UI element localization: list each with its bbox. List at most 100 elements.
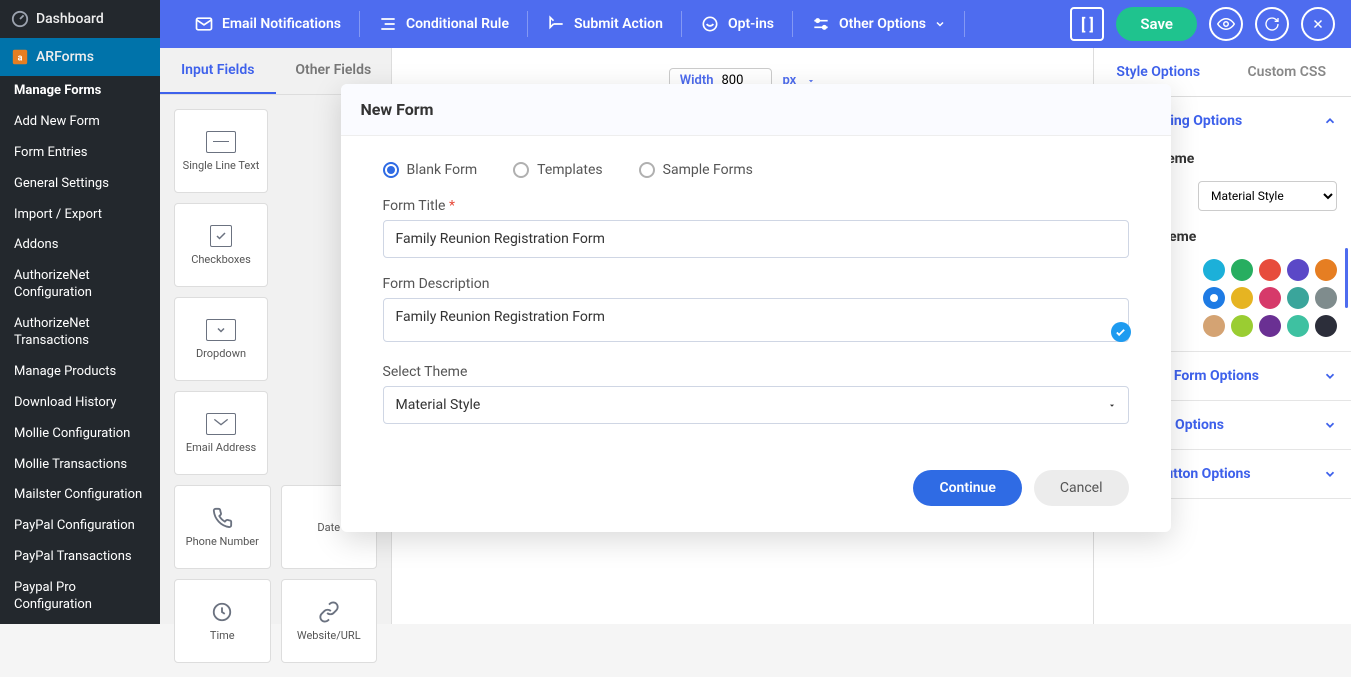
refresh-button[interactable]: [1255, 7, 1289, 41]
sidebar-subitem[interactable]: PayPal Configuration: [0, 511, 160, 542]
form-title-label: Form Title *: [383, 198, 1129, 214]
topbar-conditional-rule[interactable]: Conditional Rule: [360, 11, 528, 37]
field-label: Date: [317, 521, 340, 534]
sidebar-subitem[interactable]: Mollie Transactions: [0, 450, 160, 481]
sidebar-subitem[interactable]: Addons: [0, 230, 160, 261]
field-label: Time: [210, 629, 235, 642]
tab-input-fields[interactable]: Input Fields: [160, 48, 276, 94]
input-style-select[interactable]: Material Style: [1198, 181, 1337, 211]
field-label: Phone Number: [186, 535, 259, 548]
field-time[interactable]: Time: [174, 579, 271, 663]
sidebar-subitem[interactable]: General Settings: [0, 169, 160, 200]
sidebar-item-arforms[interactable]: a ARForms: [0, 38, 160, 76]
phone-icon: [211, 507, 233, 529]
brackets-button[interactable]: [ ]: [1070, 7, 1104, 41]
new-form-modal: New Form Blank Form Templates Sample For…: [341, 84, 1171, 532]
admin-sidebar: Dashboard a ARForms Manage FormsAdd New …: [0, 0, 160, 624]
color-swatch[interactable]: [1203, 315, 1225, 337]
chevron-up-icon: [1323, 114, 1337, 128]
color-swatch[interactable]: [1287, 287, 1309, 309]
color-swatch[interactable]: [1259, 315, 1281, 337]
field-email[interactable]: Email Address: [174, 391, 268, 475]
topbar-label: Opt-ins: [728, 16, 774, 32]
preview-button[interactable]: [1209, 7, 1243, 41]
color-swatch[interactable]: [1315, 315, 1337, 337]
select-theme-label: Select Theme: [383, 364, 1129, 380]
sidebar-dashboard-label: Dashboard: [36, 11, 104, 27]
topbar-other-options[interactable]: Other Options: [793, 11, 965, 37]
radio-label: Blank Form: [407, 162, 478, 178]
sidebar-subitem[interactable]: Manage Forms: [0, 76, 160, 107]
form-desc-input[interactable]: [383, 298, 1129, 342]
text-icon: [206, 131, 236, 153]
cancel-button[interactable]: Cancel: [1034, 470, 1129, 506]
color-swatch[interactable]: [1315, 259, 1337, 281]
sidebar-subitem[interactable]: Add New Form: [0, 107, 160, 138]
options-icon: [811, 14, 831, 34]
radio-icon: [383, 162, 399, 178]
conditional-icon: [378, 14, 398, 34]
topbar-optins[interactable]: Opt-ins: [682, 11, 793, 37]
theme-select[interactable]: Material Style: [383, 386, 1129, 424]
topbar-email-notifications[interactable]: Email Notifications: [176, 11, 360, 37]
refresh-icon: [1264, 16, 1280, 32]
dashboard-icon: [10, 9, 30, 29]
sidebar-subitem[interactable]: Manage Products: [0, 357, 160, 388]
topbar-label: Conditional Rule: [406, 16, 509, 32]
email-field-icon: [206, 413, 236, 435]
grammar-check-icon[interactable]: [1111, 322, 1131, 342]
color-swatch[interactable]: [1231, 315, 1253, 337]
radio-blank-form[interactable]: Blank Form: [383, 162, 478, 178]
sidebar-subitem[interactable]: Import / Export: [0, 200, 160, 231]
color-swatch[interactable]: [1203, 259, 1225, 281]
radio-templates[interactable]: Templates: [513, 162, 603, 178]
radio-sample-forms[interactable]: Sample Forms: [639, 162, 753, 178]
topbar-submit-action[interactable]: Submit Action: [528, 11, 682, 37]
field-single-line-text[interactable]: Single Line Text: [174, 109, 268, 193]
arforms-icon: a: [10, 47, 30, 67]
field-label: Email Address: [186, 441, 256, 454]
sidebar-subitem[interactable]: Mailster Configuration: [0, 480, 160, 511]
save-button[interactable]: Save: [1116, 7, 1197, 41]
dropdown-icon: [206, 319, 236, 341]
radio-label: Sample Forms: [663, 162, 753, 178]
topbar-label: Other Options: [839, 16, 926, 32]
sidebar-item-dashboard[interactable]: Dashboard: [0, 0, 160, 38]
continue-button[interactable]: Continue: [913, 470, 1021, 506]
field-phone[interactable]: Phone Number: [174, 485, 271, 569]
checkbox-icon: [210, 225, 232, 247]
scrollbar-thumb[interactable]: [1345, 248, 1348, 308]
color-swatch[interactable]: [1231, 259, 1253, 281]
color-swatch[interactable]: [1315, 287, 1337, 309]
radio-label: Templates: [537, 162, 603, 178]
color-swatch[interactable]: [1203, 287, 1225, 309]
sidebar-subitem[interactable]: Paypal Pro Configuration: [0, 573, 160, 621]
topbar-label: Submit Action: [574, 16, 663, 32]
field-url[interactable]: Website/URL: [281, 579, 378, 663]
optins-icon: [700, 14, 720, 34]
color-swatch[interactable]: [1287, 315, 1309, 337]
link-icon: [318, 601, 340, 623]
color-swatch[interactable]: [1231, 287, 1253, 309]
editor-topbar: Email Notifications Conditional Rule Sub…: [160, 0, 1351, 48]
sidebar-subitem[interactable]: Mollie Configuration: [0, 419, 160, 450]
chevron-down-icon: [1323, 369, 1337, 383]
chevron-down-icon: [1323, 418, 1337, 432]
color-swatch[interactable]: [1259, 259, 1281, 281]
sidebar-subitem[interactable]: Form Entries: [0, 138, 160, 169]
eye-icon: [1217, 15, 1235, 33]
sidebar-subitem[interactable]: AuthorizeNet Transactions: [0, 309, 160, 357]
color-swatch[interactable]: [1259, 287, 1281, 309]
field-checkboxes[interactable]: Checkboxes: [174, 203, 268, 287]
tab-custom-css[interactable]: Custom CSS: [1223, 48, 1351, 96]
form-title-input[interactable]: [383, 220, 1129, 258]
field-dropdown[interactable]: Dropdown: [174, 297, 268, 381]
sidebar-arforms-label: ARForms: [36, 49, 94, 65]
close-icon: [1311, 17, 1325, 31]
radio-icon: [639, 162, 655, 178]
sidebar-subitem[interactable]: Download History: [0, 388, 160, 419]
sidebar-subitem[interactable]: PayPal Transactions: [0, 542, 160, 573]
sidebar-subitem[interactable]: AuthorizeNet Configuration: [0, 261, 160, 309]
color-swatch[interactable]: [1287, 259, 1309, 281]
close-button[interactable]: [1301, 7, 1335, 41]
